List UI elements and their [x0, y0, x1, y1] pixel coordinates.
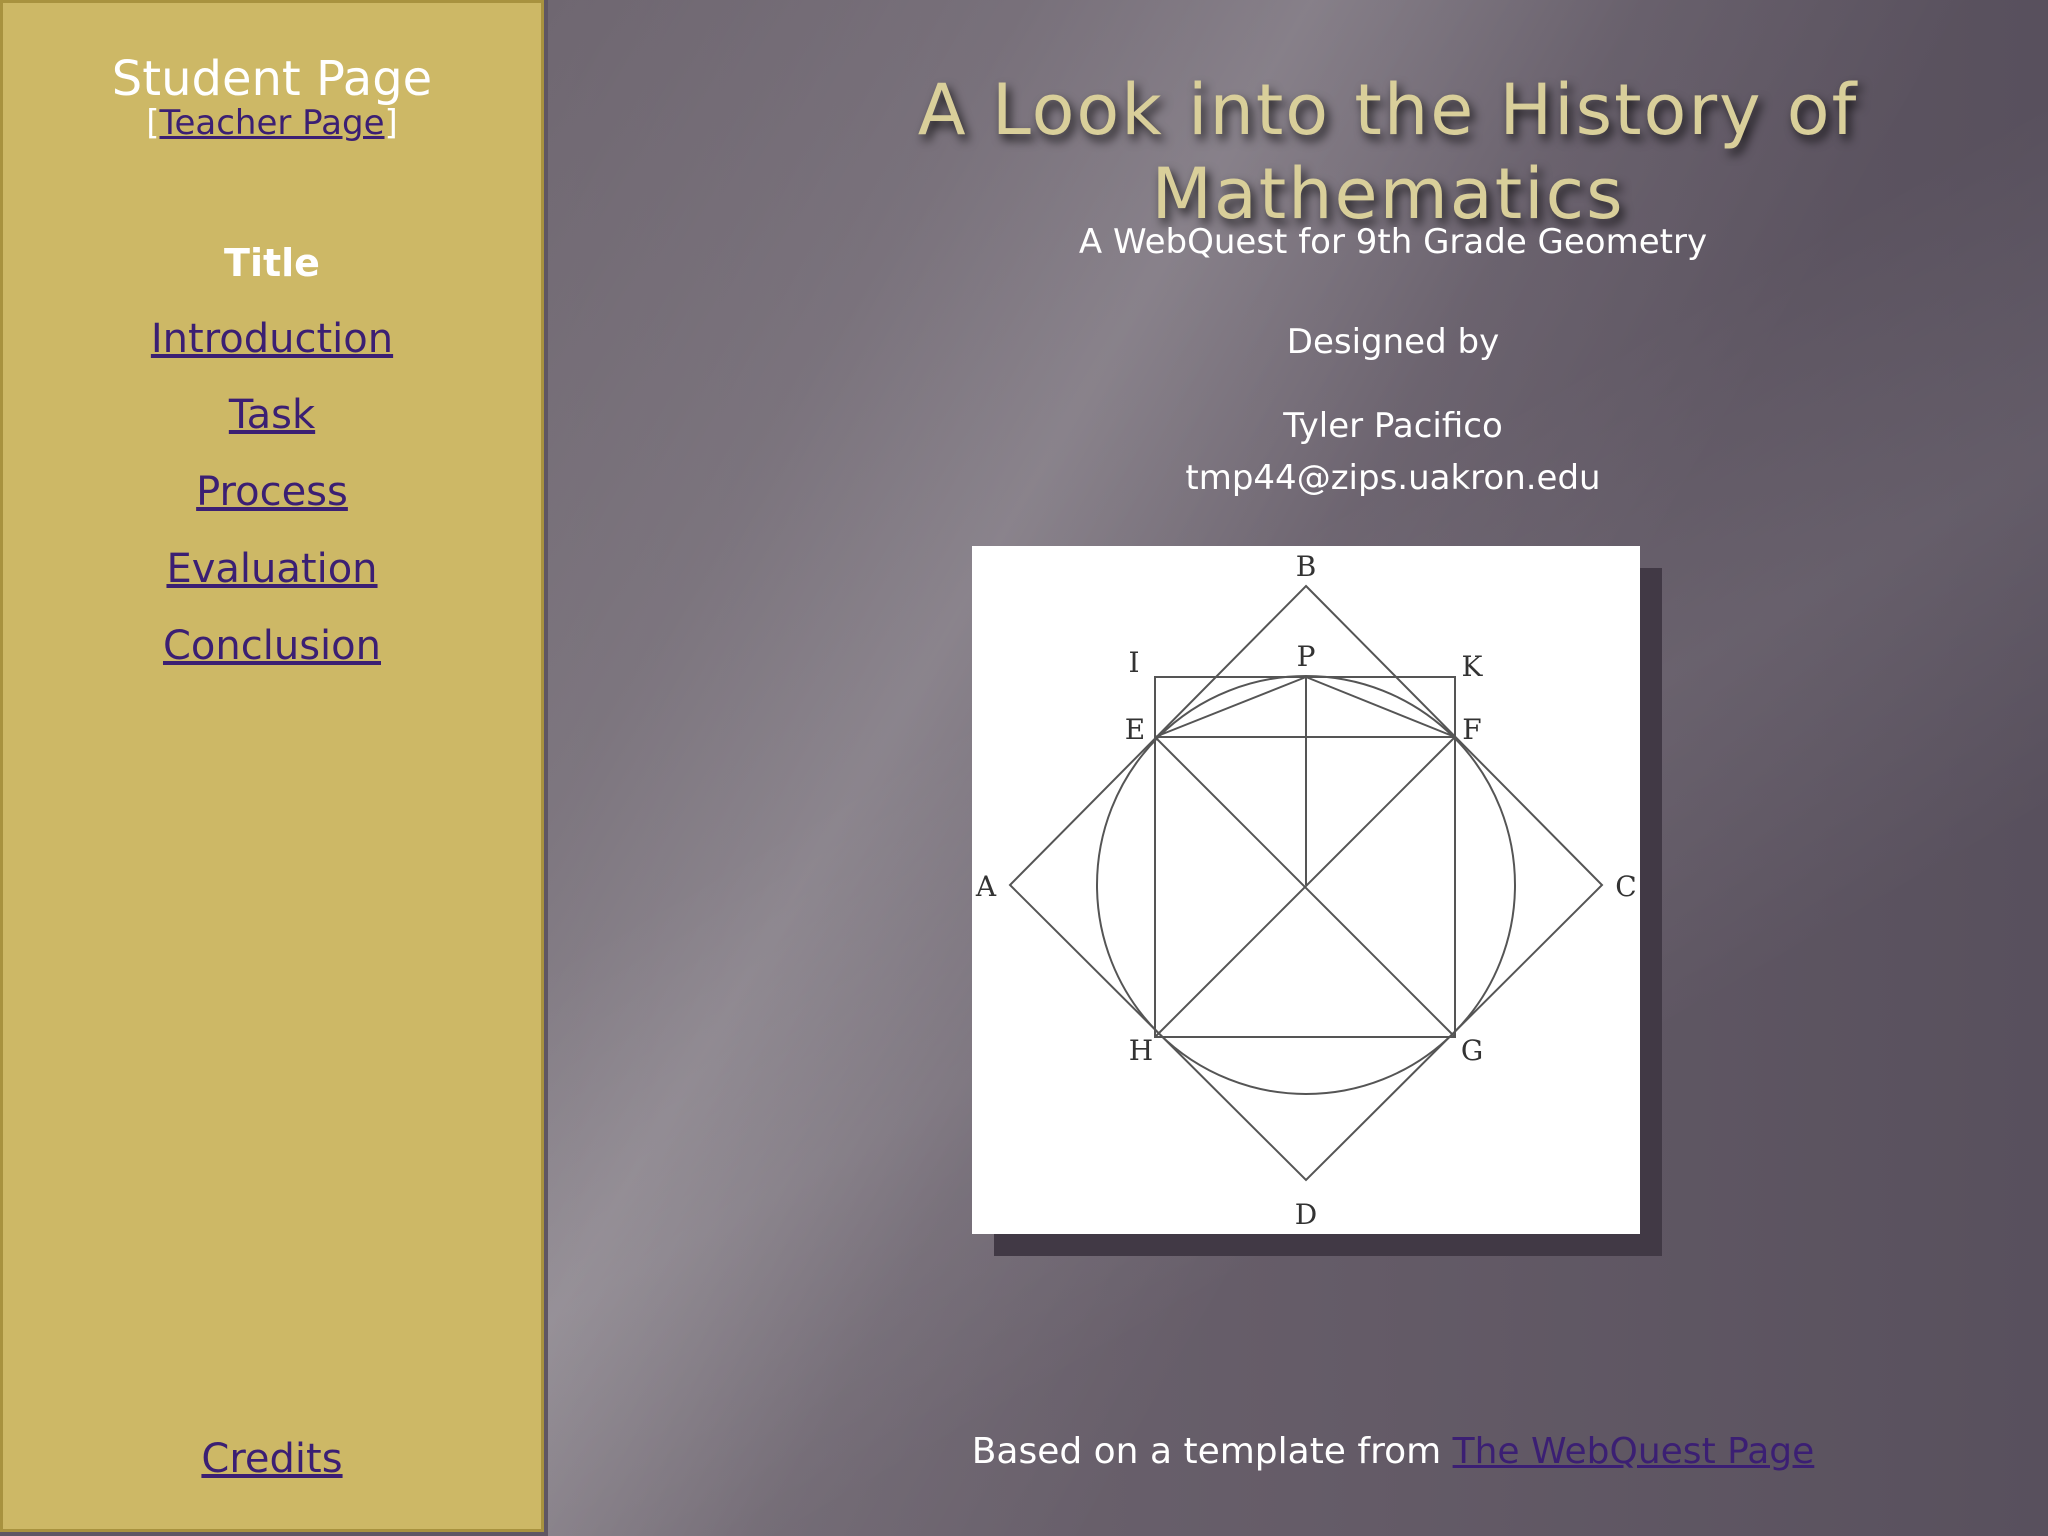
- label-p: P: [1297, 640, 1316, 673]
- nav-item-introduction: Introduction: [3, 315, 541, 363]
- nav-item-evaluation: Evaluation: [3, 545, 541, 593]
- subtitle: A WebQuest for 9th Grade Geometry: [1078, 222, 1708, 262]
- footer-credit: Based on a template from The WebQuest Pa…: [548, 1428, 2048, 1476]
- nav-item-credits: Credits: [3, 1435, 541, 1483]
- label-h: H: [1129, 1034, 1153, 1067]
- label-e: E: [1125, 713, 1145, 746]
- nav-link-credits[interactable]: Credits: [201, 1436, 342, 1482]
- geometry-diagram: B I P K E F A C H G D: [975, 550, 1637, 1231]
- student-page-title: Student Page: [111, 51, 433, 107]
- label-f: F: [1462, 713, 1481, 746]
- sidebar: Student Page [Teacher Page] Title Introd…: [0, 0, 544, 1532]
- teacher-page-link[interactable]: Teacher Page: [159, 103, 384, 143]
- line-pf: [1305, 676, 1456, 738]
- nav-item-task: Task: [3, 391, 541, 439]
- label-a: A: [975, 870, 997, 903]
- nav-link-introduction[interactable]: Introduction: [151, 316, 393, 362]
- nav-item-process: Process: [3, 468, 541, 516]
- author-name: Tyler Pacifico: [1283, 406, 1503, 446]
- footer-prefix: Based on a template from: [971, 1431, 1453, 1472]
- nav-item-conclusion: Conclusion: [3, 622, 541, 670]
- nav-title-current: Title: [224, 241, 320, 285]
- label-k: K: [1462, 650, 1484, 683]
- nav-link-process[interactable]: Process: [196, 469, 348, 515]
- label-c: C: [1615, 870, 1636, 903]
- bracket-close: ]: [384, 103, 398, 143]
- page-title: A Look into the History of Mathematics: [917, 69, 1859, 235]
- line-ep: [1154, 676, 1307, 738]
- geometry-figure: B I P K E F A C H G D: [972, 546, 1640, 1234]
- label-g: G: [1461, 1034, 1483, 1067]
- label-b: B: [1296, 550, 1317, 583]
- teacher-page-wrapper: [Teacher Page]: [3, 103, 541, 143]
- bracket-open: [: [146, 103, 160, 143]
- nav-link-conclusion[interactable]: Conclusion: [163, 623, 381, 669]
- label-d: D: [1295, 1198, 1317, 1231]
- nav-link-evaluation[interactable]: Evaluation: [166, 546, 377, 592]
- nav-link-task[interactable]: Task: [229, 392, 315, 438]
- author-email: tmp44@zips.uakron.edu: [1185, 458, 1601, 498]
- designed-by: Designed by: [1286, 322, 1500, 362]
- label-i: I: [1128, 646, 1139, 679]
- webquest-page-link[interactable]: The WebQuest Page: [1453, 1431, 1815, 1472]
